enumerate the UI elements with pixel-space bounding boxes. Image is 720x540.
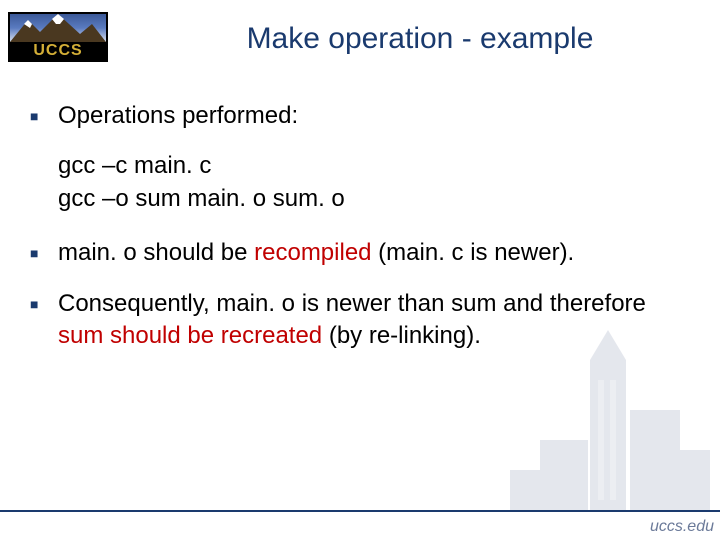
b2-red: recompiled xyxy=(254,239,371,266)
bullet-marker-icon: ■ xyxy=(30,288,58,353)
logo-text: UCCS xyxy=(10,42,106,60)
bullet-1-text: Operations performed: xyxy=(58,100,690,132)
b3-red: sum should be recreated xyxy=(58,322,322,349)
bullet-2-text: main. o should be recompiled (main. c is… xyxy=(58,237,690,269)
b2-part2: (main. c is newer). xyxy=(372,239,575,266)
logo-mountain-art xyxy=(10,14,106,42)
slide-body: ■ Operations performed: gcc –c main. c g… xyxy=(30,100,690,370)
code-line-1: gcc –c main. c xyxy=(58,150,690,182)
slide-title: Make operation - example xyxy=(140,22,700,56)
b3-part2: (by re-linking). xyxy=(322,322,481,349)
code-block: gcc –c main. c gcc –o sum main. o sum. o xyxy=(58,150,690,215)
bullet-3: ■ Consequently, main. o is newer than su… xyxy=(30,288,690,353)
b2-part1: main. o should be xyxy=(58,239,254,266)
bullet-2: ■ main. o should be recompiled (main. c … xyxy=(30,237,690,269)
footer-divider xyxy=(0,510,720,512)
bullet-marker-icon: ■ xyxy=(30,100,58,132)
b3-part1: Consequently, main. o is newer than sum … xyxy=(58,290,646,317)
bullet-marker-icon: ■ xyxy=(30,237,58,269)
uccs-logo: UCCS xyxy=(8,12,108,62)
code-line-2: gcc –o sum main. o sum. o xyxy=(58,183,690,215)
bullet-1: ■ Operations performed: xyxy=(30,100,690,132)
bullet-3-text: Consequently, main. o is newer than sum … xyxy=(58,288,690,353)
footer-url: uccs.edu xyxy=(650,518,714,536)
